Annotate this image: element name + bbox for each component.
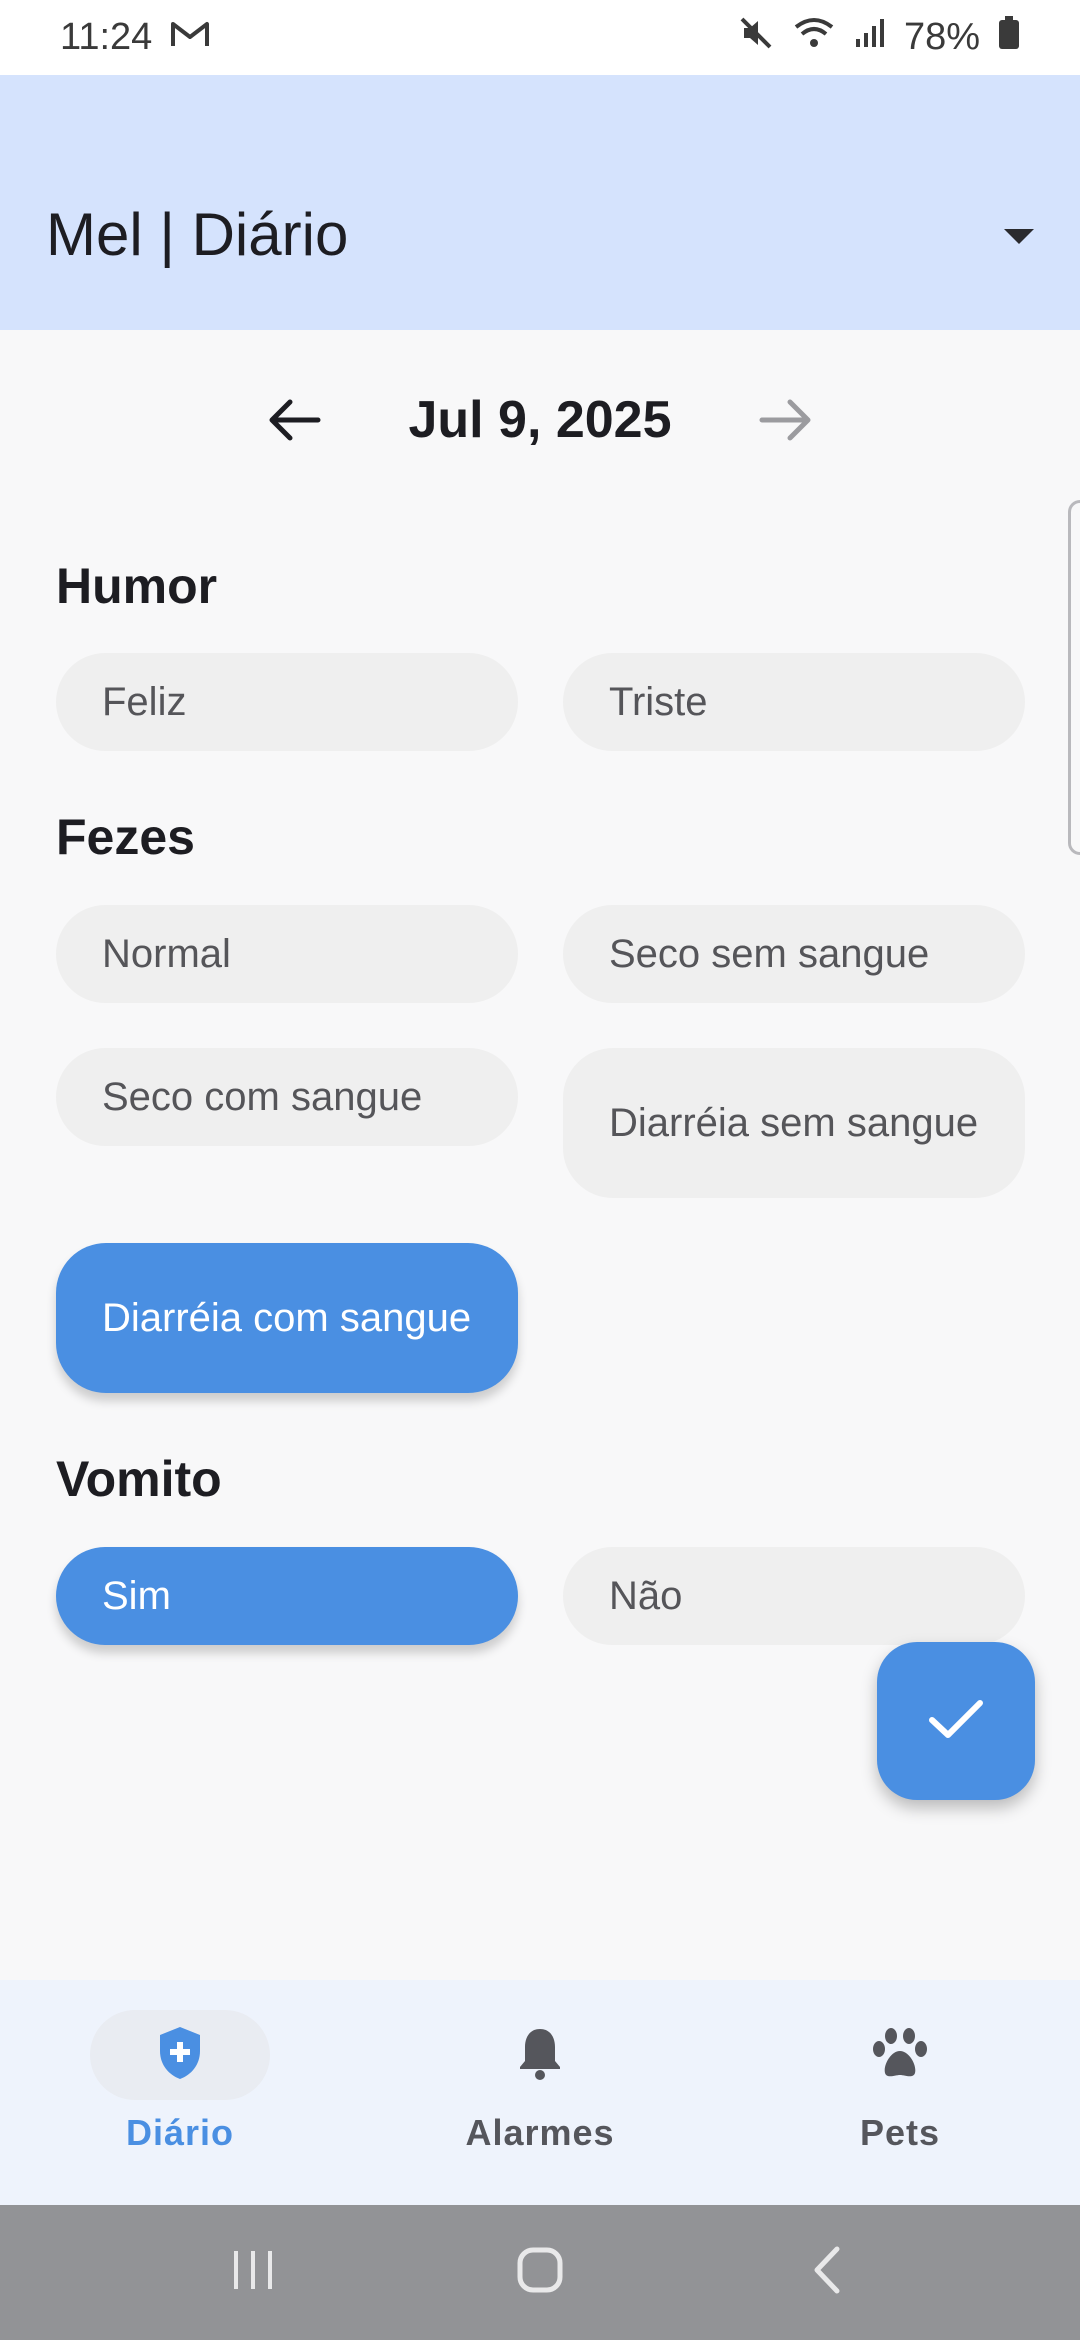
chip-fezes-diarreia-com-sangue[interactable]: Diarréia com sangue: [56, 1243, 518, 1393]
nav-item-diario-label: Diário: [125, 2112, 235, 2153]
home-button[interactable]: [495, 2233, 585, 2313]
wifi-icon: [792, 15, 836, 61]
battery-percent: 78%: [903, 16, 980, 58]
current-date: Jul 9, 2025: [408, 391, 672, 449]
chip-humor-triste[interactable]: Triste: [563, 653, 1025, 751]
chip-vomito-sim[interactable]: Sim: [56, 1547, 518, 1645]
page-title: Mel | Diário: [46, 201, 349, 268]
nav-item-pets-indicator: [810, 2010, 990, 2100]
nav-item-diario[interactable]: Diário: [0, 1980, 360, 2205]
chip-fezes-normal[interactable]: Normal: [56, 905, 518, 1003]
paw-icon: [871, 2025, 929, 2086]
check-icon: [926, 1695, 986, 1748]
chip-humor-feliz[interactable]: Feliz: [56, 653, 518, 751]
pet-dropdown-icon[interactable]: [1002, 227, 1036, 247]
nav-item-pets[interactable]: Pets: [720, 1980, 1080, 2205]
scroll-indicator[interactable]: [1068, 500, 1080, 855]
chip-fezes-seco-sem-sangue[interactable]: Seco sem sangue: [563, 905, 1025, 1003]
section-title-vomito: Vomito: [56, 1451, 222, 1507]
section-title-humor: Humor: [56, 558, 218, 614]
gmail-icon: [170, 16, 210, 59]
back-button[interactable]: [782, 2233, 872, 2313]
battery-icon: [998, 15, 1020, 60]
nav-item-alarmes-label: Alarmes: [465, 2112, 615, 2153]
bottom-navigation: Diário Alarmes Pets: [0, 1980, 1080, 2205]
chip-vomito-nao[interactable]: Não: [563, 1547, 1025, 1645]
system-navigation-bar: [0, 2205, 1080, 2340]
nav-item-pets-label: Pets: [859, 2112, 941, 2153]
nav-item-alarmes-indicator: [450, 2010, 630, 2100]
bell-icon: [516, 2025, 564, 2086]
mute-icon: [738, 15, 774, 61]
nav-item-alarmes[interactable]: Alarmes: [360, 1980, 720, 2205]
back-icon: [809, 2245, 845, 2300]
status-time: 11:24: [60, 16, 153, 58]
signal-icon: [854, 16, 886, 59]
chip-fezes-diarreia-sem-sangue[interactable]: Diarréia sem sangue: [563, 1048, 1025, 1198]
date-navigator: Jul 9, 2025: [0, 380, 1080, 460]
save-button[interactable]: [877, 1642, 1035, 1800]
section-title-fezes: Fezes: [56, 809, 195, 865]
shield-plus-icon: [156, 2025, 204, 2086]
next-day-arrow-icon[interactable]: [754, 388, 818, 452]
chip-fezes-seco-com-sangue[interactable]: Seco com sangue: [56, 1048, 518, 1146]
app-bar: Mel | Diário: [0, 75, 1080, 330]
recent-apps-icon: [228, 2247, 278, 2298]
recent-apps-button[interactable]: [208, 2233, 298, 2313]
status-bar: 11:24 78%: [0, 0, 1080, 75]
previous-day-arrow-icon[interactable]: [262, 388, 326, 452]
nav-item-diario-indicator: [90, 2010, 270, 2100]
home-icon: [515, 2245, 565, 2300]
